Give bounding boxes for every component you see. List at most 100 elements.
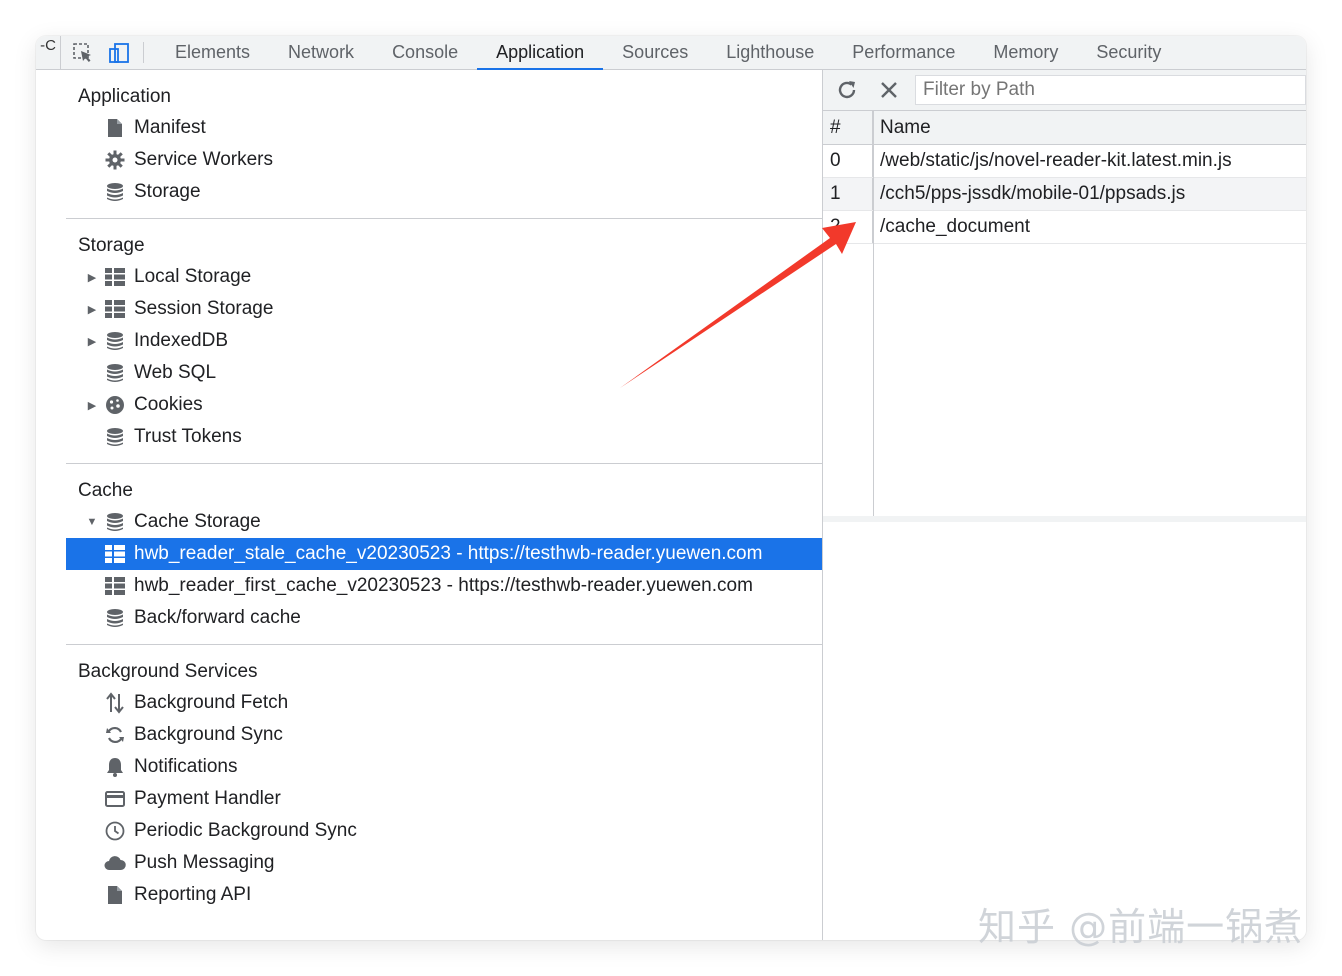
devtools-tabbar: -C Elements Network Console Application Sour… <box>36 36 1306 70</box>
tab-network[interactable]: Network <box>269 36 373 69</box>
sidebar-item-label: Periodic Background Sync <box>134 820 357 841</box>
panel-tabs: Elements Network Console Application Sources… <box>156 36 1180 70</box>
sidebar-item-reporting-api[interactable]: Reporting API <box>66 879 822 911</box>
clear-button[interactable] <box>871 72 907 108</box>
column-divider <box>873 111 874 516</box>
cache-entry-stale[interactable]: hwb_reader_stale_cache_v20230523 - https… <box>66 538 822 570</box>
sidebar-item-label: Back/forward cache <box>134 607 301 628</box>
sidebar-item-label: Cache Storage <box>134 511 261 532</box>
filter-by-path-input[interactable] <box>915 75 1306 105</box>
refresh-icon <box>838 81 856 99</box>
sidebar-item-label: Notifications <box>134 756 238 777</box>
table-icon <box>104 543 126 565</box>
sidebar-item-label: Push Messaging <box>134 852 275 873</box>
tab-application[interactable]: Application <box>477 36 604 70</box>
row-name: /cch5/pps-jssdk/mobile-01/ppsads.js <box>880 183 1186 204</box>
sidebar-item-periodic-background-sync[interactable]: Periodic Background Sync <box>66 815 822 847</box>
tab-lighthouse[interactable]: Lighthouse <box>707 36 833 69</box>
column-header-index[interactable]: # <box>823 111 873 144</box>
tab-performance[interactable]: Performance <box>833 36 974 69</box>
sidebar-item-label: Background Fetch <box>134 692 289 713</box>
cache-section: Cache ▼ Cache Storage hwb_reader_stale_c… <box>66 464 822 645</box>
device-toolbar-icon[interactable] <box>105 36 133 69</box>
toolbar-divider <box>143 42 144 63</box>
refresh-button[interactable] <box>829 72 865 108</box>
collapse-arrow-icon[interactable]: ▼ <box>86 516 98 528</box>
sidebar-item-manifest[interactable]: Manifest <box>66 112 822 144</box>
sidebar-item-storage[interactable]: Storage <box>66 176 822 208</box>
tab-memory[interactable]: Memory <box>974 36 1077 69</box>
row-index: 2 <box>823 211 873 243</box>
database-icon <box>104 330 126 352</box>
bell-icon <box>104 756 126 778</box>
expand-arrow-icon[interactable]: ▶ <box>86 303 98 316</box>
cache-entry-first[interactable]: hwb_reader_first_cache_v20230523 - https… <box>66 570 822 602</box>
table-icon <box>104 575 126 597</box>
cache-entries-table: # Name 0 /web/static/js/novel-reader-kit… <box>823 111 1306 522</box>
watermark-text: 知乎 @前端一锅煮 <box>978 905 1304 949</box>
close-icon <box>881 82 897 98</box>
table-row[interactable]: 2 /cache_document <box>823 211 1306 244</box>
sidebar-item-label: Cookies <box>134 394 203 415</box>
sidebar-item-label: Service Workers <box>134 149 274 170</box>
tab-elements[interactable]: Elements <box>156 36 269 69</box>
cloud-icon <box>104 852 126 874</box>
row-name: /web/static/js/novel-reader-kit.latest.m… <box>880 150 1232 171</box>
gear-icon <box>104 149 126 171</box>
sidebar-item-trust-tokens[interactable]: Trust Tokens <box>66 421 822 453</box>
row-index: 1 <box>823 178 873 210</box>
table-icon <box>104 266 126 288</box>
section-title-cache: Cache <box>78 480 133 501</box>
column-header-name[interactable]: Name <box>873 111 931 144</box>
sidebar-item-label: Local Storage <box>134 266 252 287</box>
storage-section: Storage ▶ Local Storage ▶ Session Storag… <box>66 219 822 464</box>
truncated-tab-label: -C <box>36 36 61 69</box>
expand-arrow-icon[interactable]: ▶ <box>86 271 98 284</box>
section-title-storage: Storage <box>78 235 145 256</box>
database-icon <box>104 426 126 448</box>
sidebar-item-label: Session Storage <box>134 298 274 319</box>
sidebar-item-label: Storage <box>134 181 201 202</box>
tab-sources[interactable]: Sources <box>603 36 707 69</box>
application-sidebar: Application Manifest Service Workers Sto… <box>66 70 823 940</box>
section-title-application: Application <box>78 86 171 107</box>
sidebar-item-web-sql[interactable]: Web SQL <box>66 357 822 389</box>
sidebar-item-push-messaging[interactable]: Push Messaging <box>66 847 822 879</box>
background-services-section: Background Services Background Fetch Bac… <box>66 645 822 921</box>
row-name: /cache_document <box>880 216 1030 237</box>
sidebar-item-label: Web SQL <box>134 362 217 383</box>
fetch-arrows-icon <box>104 692 126 714</box>
sidebar-item-notifications[interactable]: Notifications <box>66 751 822 783</box>
sidebar-item-session-storage[interactable]: ▶ Session Storage <box>66 293 822 325</box>
expand-arrow-icon[interactable]: ▶ <box>86 399 98 412</box>
file-icon <box>104 884 126 906</box>
cache-storage-panel: # Name 0 /web/static/js/novel-reader-kit… <box>823 70 1306 940</box>
tab-console[interactable]: Console <box>373 36 477 69</box>
expand-arrow-icon[interactable]: ▶ <box>86 335 98 348</box>
sidebar-item-label: IndexedDB <box>134 330 229 351</box>
table-row[interactable]: 1 /cch5/pps-jssdk/mobile-01/ppsads.js <box>823 178 1306 211</box>
table-icon <box>104 298 126 320</box>
tab-security[interactable]: Security <box>1077 36 1180 69</box>
sidebar-item-background-fetch[interactable]: Background Fetch <box>66 687 822 719</box>
sidebar-item-local-storage[interactable]: ▶ Local Storage <box>66 261 822 293</box>
inspect-element-icon[interactable] <box>69 36 97 69</box>
row-index: 0 <box>823 145 873 177</box>
sidebar-item-background-sync[interactable]: Background Sync <box>66 719 822 751</box>
sidebar-item-label: Manifest <box>134 117 206 138</box>
cache-toolbar <box>823 70 1306 111</box>
section-title-background-services: Background Services <box>78 661 258 682</box>
application-section: Application Manifest Service Workers Sto… <box>66 70 822 219</box>
database-icon <box>104 181 126 203</box>
sidebar-item-cookies[interactable]: ▶ Cookies <box>66 389 822 421</box>
sidebar-item-label: Payment Handler <box>134 788 281 809</box>
sidebar-item-back-forward-cache[interactable]: Back/forward cache <box>66 602 822 634</box>
sidebar-item-cache-storage[interactable]: ▼ Cache Storage <box>66 506 822 538</box>
sync-icon <box>104 724 126 746</box>
sidebar-item-payment-handler[interactable]: Payment Handler <box>66 783 822 815</box>
sidebar-item-service-workers[interactable]: Service Workers <box>66 144 822 176</box>
database-icon <box>104 362 126 384</box>
table-row[interactable]: 0 /web/static/js/novel-reader-kit.latest… <box>823 145 1306 178</box>
sidebar-item-indexeddb[interactable]: ▶ IndexedDB <box>66 325 822 357</box>
database-icon <box>104 511 126 533</box>
